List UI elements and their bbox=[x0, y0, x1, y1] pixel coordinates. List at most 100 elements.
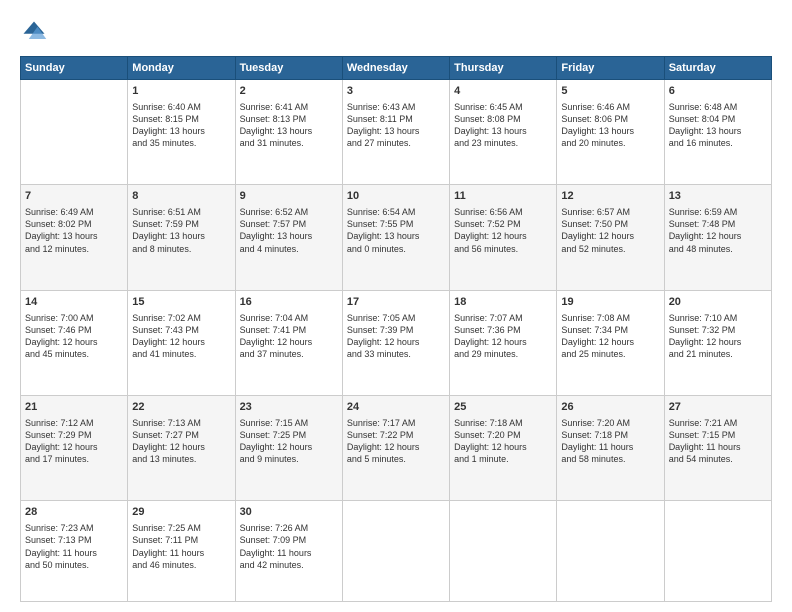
day-number: 25 bbox=[454, 400, 552, 415]
header bbox=[20, 18, 772, 46]
cell-content: Sunrise: 6:43 AM Sunset: 8:11 PM Dayligh… bbox=[347, 101, 445, 150]
calendar-cell: 30 Sunrise: 7:26 AM Sunset: 7:09 PM Dayli… bbox=[235, 501, 342, 602]
week-row-3: 14 Sunrise: 7:00 AM Sunset: 7:46 PM Dayli… bbox=[21, 290, 772, 395]
day-number: 10 bbox=[347, 189, 445, 204]
calendar-cell: 20 Sunrise: 7:10 AM Sunset: 7:32 PM Dayli… bbox=[664, 290, 771, 395]
cell-content: Sunrise: 7:04 AM Sunset: 7:41 PM Dayligh… bbox=[240, 312, 338, 361]
cell-content: Sunrise: 7:26 AM Sunset: 7:09 PM Dayligh… bbox=[240, 522, 338, 571]
calendar-cell: 5Sunrise: 6:46 AM Sunset: 8:06 PM Daylig… bbox=[557, 80, 664, 185]
cell-content: Sunrise: 6:54 AM Sunset: 7:55 PM Dayligh… bbox=[347, 206, 445, 255]
day-number: 13 bbox=[669, 189, 767, 204]
cell-content: Sunrise: 7:05 AM Sunset: 7:39 PM Dayligh… bbox=[347, 312, 445, 361]
day-number: 2 bbox=[240, 84, 338, 99]
day-number: 12 bbox=[561, 189, 659, 204]
day-number: 16 bbox=[240, 295, 338, 310]
cell-content: Sunrise: 7:10 AM Sunset: 7:32 PM Dayligh… bbox=[669, 312, 767, 361]
logo-icon bbox=[20, 18, 48, 46]
cell-content: Sunrise: 6:59 AM Sunset: 7:48 PM Dayligh… bbox=[669, 206, 767, 255]
weekday-header-saturday: Saturday bbox=[664, 57, 771, 80]
day-number: 19 bbox=[561, 295, 659, 310]
week-row-4: 21 Sunrise: 7:12 AM Sunset: 7:29 PM Dayli… bbox=[21, 396, 772, 501]
cell-content: Sunrise: 7:02 AM Sunset: 7:43 PM Dayligh… bbox=[132, 312, 230, 361]
week-row-2: 7 Sunrise: 6:49 AM Sunset: 8:02 PM Daylig… bbox=[21, 185, 772, 290]
cell-content: Sunrise: 6:57 AM Sunset: 7:50 PM Dayligh… bbox=[561, 206, 659, 255]
weekday-header-wednesday: Wednesday bbox=[342, 57, 449, 80]
calendar-cell: 9 Sunrise: 6:52 AM Sunset: 7:57 PM Daylig… bbox=[235, 185, 342, 290]
cell-content: Sunrise: 7:17 AM Sunset: 7:22 PM Dayligh… bbox=[347, 417, 445, 466]
day-number: 14 bbox=[25, 295, 123, 310]
cell-content: Sunrise: 7:20 AM Sunset: 7:18 PM Dayligh… bbox=[561, 417, 659, 466]
calendar-cell: 10 Sunrise: 6:54 AM Sunset: 7:55 PM Dayli… bbox=[342, 185, 449, 290]
day-number: 28 bbox=[25, 505, 123, 520]
logo bbox=[20, 18, 52, 46]
calendar-cell: 12 Sunrise: 6:57 AM Sunset: 7:50 PM Dayli… bbox=[557, 185, 664, 290]
cell-content: Sunrise: 7:25 AM Sunset: 7:11 PM Dayligh… bbox=[132, 522, 230, 571]
cell-content: Sunrise: 6:40 AM Sunset: 8:15 PM Dayligh… bbox=[132, 101, 230, 150]
calendar-cell: 26 Sunrise: 7:20 AM Sunset: 7:18 PM Dayli… bbox=[557, 396, 664, 501]
cell-content: Sunrise: 6:51 AM Sunset: 7:59 PM Dayligh… bbox=[132, 206, 230, 255]
cell-content: Sunrise: 6:52 AM Sunset: 7:57 PM Dayligh… bbox=[240, 206, 338, 255]
cell-content: Sunrise: 7:18 AM Sunset: 7:20 PM Dayligh… bbox=[454, 417, 552, 466]
weekday-header-monday: Monday bbox=[128, 57, 235, 80]
day-number: 9 bbox=[240, 189, 338, 204]
calendar-cell: 16 Sunrise: 7:04 AM Sunset: 7:41 PM Dayli… bbox=[235, 290, 342, 395]
day-number: 30 bbox=[240, 505, 338, 520]
calendar-cell: 25 Sunrise: 7:18 AM Sunset: 7:20 PM Dayli… bbox=[450, 396, 557, 501]
day-number: 26 bbox=[561, 400, 659, 415]
calendar-cell bbox=[450, 501, 557, 602]
calendar-cell: 19 Sunrise: 7:08 AM Sunset: 7:34 PM Dayli… bbox=[557, 290, 664, 395]
day-number: 15 bbox=[132, 295, 230, 310]
calendar-cell: 4Sunrise: 6:45 AM Sunset: 8:08 PM Daylig… bbox=[450, 80, 557, 185]
calendar-cell: 17 Sunrise: 7:05 AM Sunset: 7:39 PM Dayli… bbox=[342, 290, 449, 395]
day-number: 27 bbox=[669, 400, 767, 415]
calendar-cell bbox=[342, 501, 449, 602]
cell-content: Sunrise: 7:13 AM Sunset: 7:27 PM Dayligh… bbox=[132, 417, 230, 466]
day-number: 11 bbox=[454, 189, 552, 204]
day-number: 29 bbox=[132, 505, 230, 520]
calendar-cell: 27Sunrise: 7:21 AM Sunset: 7:15 PM Dayli… bbox=[664, 396, 771, 501]
calendar-cell: 6Sunrise: 6:48 AM Sunset: 8:04 PM Daylig… bbox=[664, 80, 771, 185]
calendar-cell: 14 Sunrise: 7:00 AM Sunset: 7:46 PM Dayli… bbox=[21, 290, 128, 395]
cell-content: Sunrise: 7:15 AM Sunset: 7:25 PM Dayligh… bbox=[240, 417, 338, 466]
calendar-cell: 22Sunrise: 7:13 AM Sunset: 7:27 PM Dayli… bbox=[128, 396, 235, 501]
calendar-cell: 1Sunrise: 6:40 AM Sunset: 8:15 PM Daylig… bbox=[128, 80, 235, 185]
cell-content: Sunrise: 6:48 AM Sunset: 8:04 PM Dayligh… bbox=[669, 101, 767, 150]
cell-content: Sunrise: 6:45 AM Sunset: 8:08 PM Dayligh… bbox=[454, 101, 552, 150]
weekday-header-friday: Friday bbox=[557, 57, 664, 80]
calendar-cell: 2 Sunrise: 6:41 AM Sunset: 8:13 PM Daylig… bbox=[235, 80, 342, 185]
calendar-cell: 7 Sunrise: 6:49 AM Sunset: 8:02 PM Daylig… bbox=[21, 185, 128, 290]
calendar-cell: 28Sunrise: 7:23 AM Sunset: 7:13 PM Dayli… bbox=[21, 501, 128, 602]
day-number: 8 bbox=[132, 189, 230, 204]
day-number: 20 bbox=[669, 295, 767, 310]
page: SundayMondayTuesdayWednesdayThursdayFrid… bbox=[0, 0, 792, 612]
cell-content: Sunrise: 6:41 AM Sunset: 8:13 PM Dayligh… bbox=[240, 101, 338, 150]
calendar-cell: 18Sunrise: 7:07 AM Sunset: 7:36 PM Dayli… bbox=[450, 290, 557, 395]
calendar-cell: 23 Sunrise: 7:15 AM Sunset: 7:25 PM Dayli… bbox=[235, 396, 342, 501]
day-number: 23 bbox=[240, 400, 338, 415]
cell-content: Sunrise: 7:12 AM Sunset: 7:29 PM Dayligh… bbox=[25, 417, 123, 466]
cell-content: Sunrise: 7:08 AM Sunset: 7:34 PM Dayligh… bbox=[561, 312, 659, 361]
day-number: 18 bbox=[454, 295, 552, 310]
weekday-header-sunday: Sunday bbox=[21, 57, 128, 80]
cell-content: Sunrise: 6:56 AM Sunset: 7:52 PM Dayligh… bbox=[454, 206, 552, 255]
day-number: 7 bbox=[25, 189, 123, 204]
calendar-cell: 15 Sunrise: 7:02 AM Sunset: 7:43 PM Dayli… bbox=[128, 290, 235, 395]
calendar-cell bbox=[557, 501, 664, 602]
calendar-cell bbox=[664, 501, 771, 602]
cell-content: Sunrise: 6:49 AM Sunset: 8:02 PM Dayligh… bbox=[25, 206, 123, 255]
calendar-cell: 11 Sunrise: 6:56 AM Sunset: 7:52 PM Dayli… bbox=[450, 185, 557, 290]
cell-content: Sunrise: 6:46 AM Sunset: 8:06 PM Dayligh… bbox=[561, 101, 659, 150]
calendar-cell bbox=[21, 80, 128, 185]
week-row-5: 28Sunrise: 7:23 AM Sunset: 7:13 PM Dayli… bbox=[21, 501, 772, 602]
weekday-header-row: SundayMondayTuesdayWednesdayThursdayFrid… bbox=[21, 57, 772, 80]
calendar-cell: 3 Sunrise: 6:43 AM Sunset: 8:11 PM Daylig… bbox=[342, 80, 449, 185]
weekday-header-thursday: Thursday bbox=[450, 57, 557, 80]
cell-content: Sunrise: 7:00 AM Sunset: 7:46 PM Dayligh… bbox=[25, 312, 123, 361]
day-number: 21 bbox=[25, 400, 123, 415]
weekday-header-tuesday: Tuesday bbox=[235, 57, 342, 80]
day-number: 24 bbox=[347, 400, 445, 415]
day-number: 3 bbox=[347, 84, 445, 99]
day-number: 17 bbox=[347, 295, 445, 310]
calendar-cell: 24 Sunrise: 7:17 AM Sunset: 7:22 PM Dayli… bbox=[342, 396, 449, 501]
calendar-table: SundayMondayTuesdayWednesdayThursdayFrid… bbox=[20, 56, 772, 602]
